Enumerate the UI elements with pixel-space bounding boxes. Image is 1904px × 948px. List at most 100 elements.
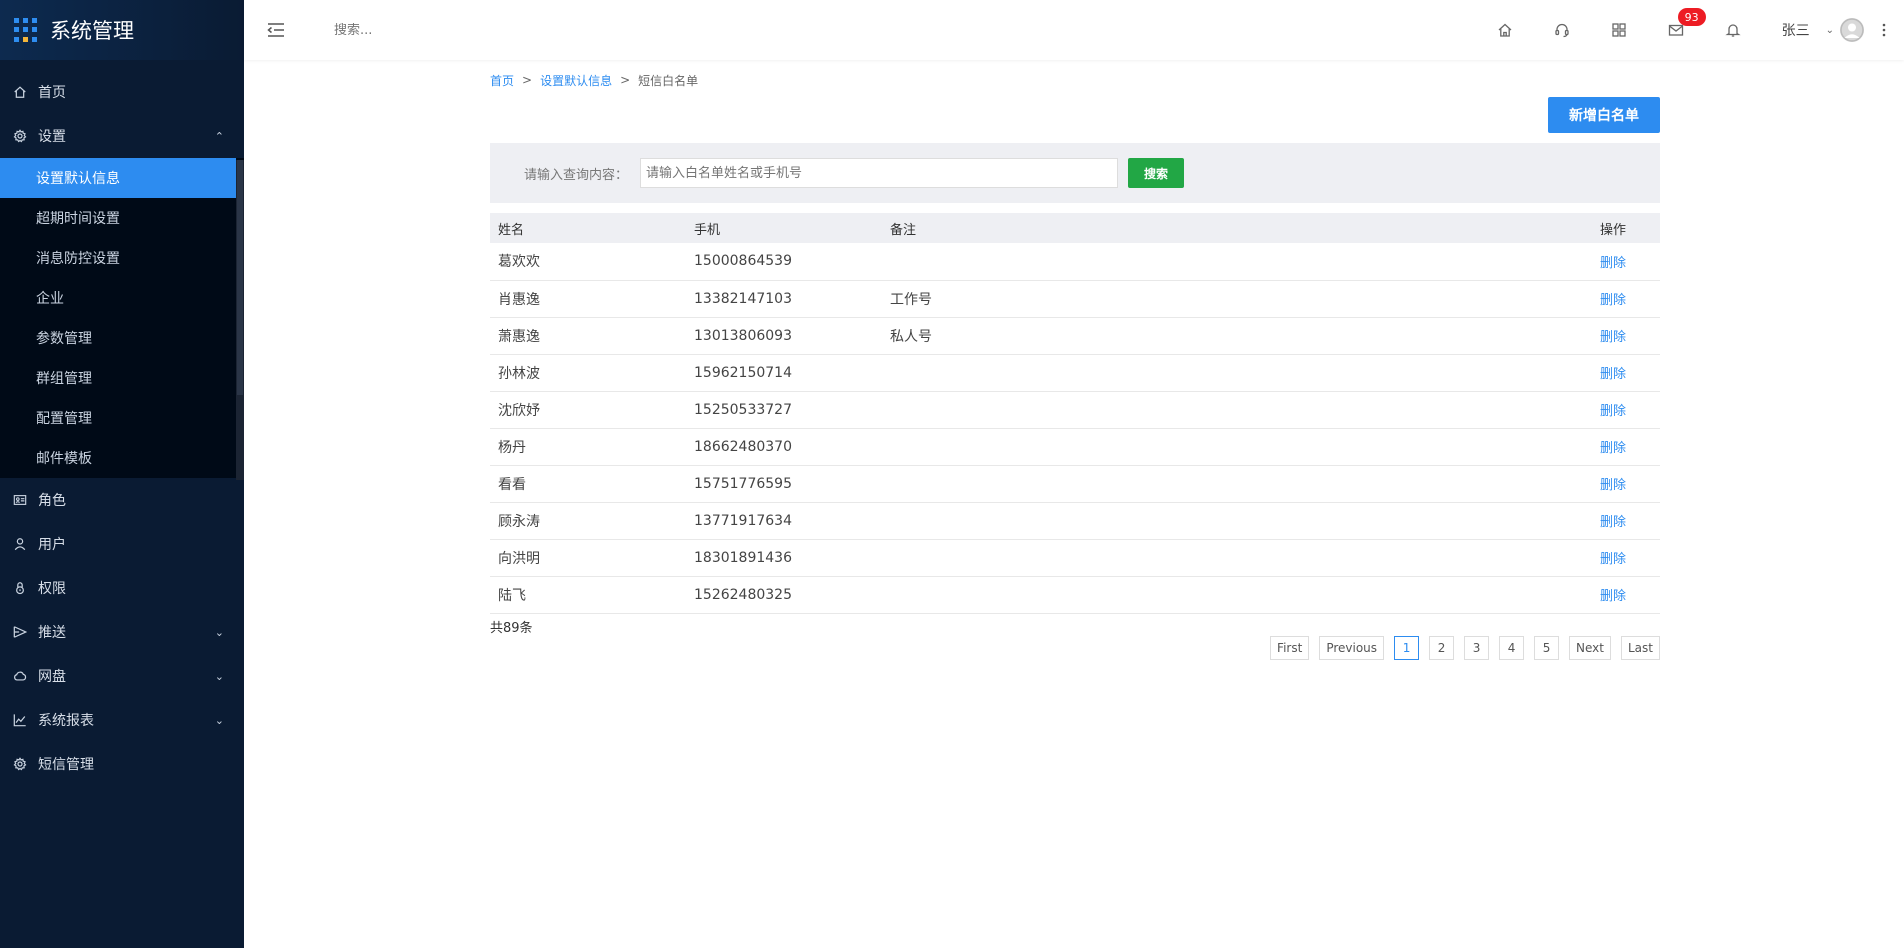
avatar[interactable] xyxy=(1840,18,1864,42)
cell-name: 杨丹 xyxy=(490,428,686,466)
headset-icon[interactable] xyxy=(1534,0,1591,60)
column-header-name: 姓名 xyxy=(490,213,686,243)
cell-name: 葛欢欢 xyxy=(490,243,686,281)
sidebar-subitem-groups[interactable]: 群组管理 xyxy=(0,358,244,398)
sidebar-item-label: 网盘 xyxy=(38,669,66,685)
lock-icon xyxy=(12,580,28,596)
delete-link[interactable]: 删除 xyxy=(1600,330,1626,345)
add-whitelist-button[interactable]: 新增白名单 xyxy=(1548,97,1660,133)
sidebar-item-reports[interactable]: 系统报表 ⌄ xyxy=(0,698,244,742)
cell-note xyxy=(882,539,1592,577)
delete-link[interactable]: 删除 xyxy=(1600,367,1626,382)
breadcrumb-current: 短信白名单 xyxy=(638,73,699,88)
delete-link[interactable]: 删除 xyxy=(1600,552,1626,567)
brand: 系统管理 xyxy=(0,0,244,60)
page-number-button[interactable]: 1 xyxy=(1394,635,1420,660)
page-number-button[interactable]: 4 xyxy=(1499,635,1525,660)
global-search-input[interactable] xyxy=(334,22,554,38)
sidebar-subitem-enterprise[interactable]: 企业 xyxy=(0,278,244,318)
app-title: 系统管理 xyxy=(50,19,134,43)
page-first-button[interactable]: First xyxy=(1270,635,1310,660)
chevron-down-icon: ⌄ xyxy=(214,713,224,727)
sidebar-item-permissions[interactable]: 权限 xyxy=(0,566,244,610)
sidebar-item-label: 短信管理 xyxy=(38,757,94,773)
mail-icon[interactable]: 93 xyxy=(1648,0,1706,60)
pagination: First Previous 1 2 3 4 5 Next Last xyxy=(490,635,1660,660)
sidebar-item-label: 系统报表 xyxy=(38,713,94,729)
sidebar-menu: 首页 设置 ⌃ 设置默认信息 超期时间设置 消息防控设置 企业 参数管理 群组管… xyxy=(0,70,244,786)
cloud-icon xyxy=(12,668,28,684)
table-row: 沈欣妤 15250533727 删除 xyxy=(490,391,1660,429)
page-last-button[interactable]: Last xyxy=(1621,635,1660,660)
id-card-icon xyxy=(12,492,28,508)
breadcrumb-parent-link[interactable]: 设置默认信息 xyxy=(540,72,612,89)
menu-toggle-icon[interactable] xyxy=(266,20,286,40)
sidebar-subitem-parameters[interactable]: 参数管理 xyxy=(0,318,244,358)
delete-link[interactable]: 删除 xyxy=(1600,441,1626,456)
chevron-down-icon: ⌄ xyxy=(214,625,224,639)
bell-icon[interactable] xyxy=(1705,0,1762,60)
delete-link[interactable]: 删除 xyxy=(1600,478,1626,493)
cell-phone: 13771917634 xyxy=(686,502,882,540)
sidebar-item-roles[interactable]: 角色 xyxy=(0,478,244,522)
page-next-button[interactable]: Next xyxy=(1569,635,1611,660)
cell-phone: 15262480325 xyxy=(686,576,882,614)
sidebar-item-push[interactable]: 推送 ⌄ xyxy=(0,610,244,654)
cell-name: 萧惠逸 xyxy=(490,317,686,355)
page-number-button[interactable]: 2 xyxy=(1429,635,1455,660)
mail-badge: 93 xyxy=(1677,8,1706,26)
sidebar-scrollbar[interactable] xyxy=(236,160,244,480)
search-input[interactable] xyxy=(640,158,1119,188)
sidebar-subitem-expiry-settings[interactable]: 超期时间设置 xyxy=(0,198,244,238)
search-button[interactable]: 搜索 xyxy=(1128,158,1185,188)
column-header-note: 备注 xyxy=(882,213,1592,243)
topbar: 93 张三 ⌄ xyxy=(244,0,1904,60)
sidebar-item-netdisk[interactable]: 网盘 ⌄ xyxy=(0,654,244,698)
table-row: 肖惠逸 13382147103 工作号 删除 xyxy=(490,280,1660,318)
sidebar-item-label: 推送 xyxy=(38,625,66,641)
more-vertical-icon[interactable] xyxy=(1864,0,1904,60)
chart-icon xyxy=(12,712,28,728)
cell-phone: 13013806093 xyxy=(686,317,882,355)
table-row: 杨丹 18662480370 删除 xyxy=(490,428,1660,466)
page-number-button[interactable]: 5 xyxy=(1534,635,1560,660)
table-row: 顾永涛 13771917634 删除 xyxy=(490,502,1660,540)
apps-grid-icon[interactable] xyxy=(1591,0,1648,60)
sidebar-item-home[interactable]: 首页 xyxy=(0,70,244,114)
whitelist-table: 姓名 手机 备注 操作 葛欢欢 15000864539 删除 肖惠逸 13382… xyxy=(490,213,1660,614)
chevron-down-icon[interactable]: ⌄ xyxy=(1826,25,1834,36)
delete-link[interactable]: 删除 xyxy=(1600,293,1626,308)
gear-icon xyxy=(12,756,28,772)
cell-phone: 15751776595 xyxy=(686,465,882,503)
home-icon[interactable] xyxy=(1477,0,1534,60)
delete-link[interactable]: 删除 xyxy=(1600,589,1626,604)
cell-note xyxy=(882,391,1592,429)
search-panel: 请输入查询内容： 搜索 xyxy=(490,143,1660,203)
sidebar-subitem-mail-template[interactable]: 邮件模板 xyxy=(0,438,244,478)
table-row: 向洪明 18301891436 删除 xyxy=(490,539,1660,577)
cell-name: 顾永涛 xyxy=(490,502,686,540)
cell-phone: 15000864539 xyxy=(686,243,882,281)
user-name[interactable]: 张三 xyxy=(1782,20,1810,40)
page-number-button[interactable]: 3 xyxy=(1464,635,1490,660)
breadcrumb-separator: > xyxy=(522,73,533,87)
delete-link[interactable]: 删除 xyxy=(1600,404,1626,419)
cell-phone: 13382147103 xyxy=(686,280,882,318)
cell-name: 肖惠逸 xyxy=(490,280,686,318)
sidebar-item-settings[interactable]: 设置 ⌃ xyxy=(0,114,244,158)
page-previous-button[interactable]: Previous xyxy=(1319,635,1385,660)
sidebar-subitem-message-control[interactable]: 消息防控设置 xyxy=(0,238,244,278)
breadcrumb-home-link[interactable]: 首页 xyxy=(490,72,514,89)
cell-note xyxy=(882,502,1592,540)
settings-submenu: 设置默认信息 超期时间设置 消息防控设置 企业 参数管理 群组管理 配置管理 邮… xyxy=(0,158,244,478)
table-row: 葛欢欢 15000864539 删除 xyxy=(490,243,1660,281)
sidebar-subitem-config[interactable]: 配置管理 xyxy=(0,398,244,438)
send-icon xyxy=(12,624,28,640)
delete-link[interactable]: 删除 xyxy=(1600,515,1626,530)
sidebar-item-users[interactable]: 用户 xyxy=(0,522,244,566)
delete-link[interactable]: 删除 xyxy=(1600,256,1626,271)
sidebar-item-label: 设置 xyxy=(38,129,66,145)
breadcrumb: 首页 > 设置默认信息 > 短信白名单 xyxy=(490,72,1660,88)
sidebar-subitem-default-info[interactable]: 设置默认信息 xyxy=(0,158,236,198)
sidebar-item-sms[interactable]: 短信管理 xyxy=(0,742,244,786)
